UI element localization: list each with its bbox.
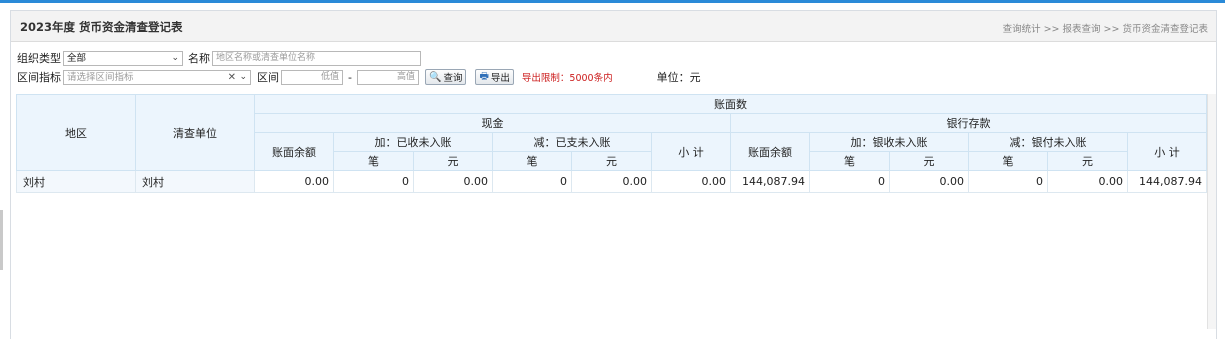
header-cash-add-yuan: 元 (413, 151, 493, 171)
cell-bank-sub-amount: 0.00 (1047, 170, 1128, 193)
range-label: 区间 (257, 71, 279, 84)
panel-header: 2023年度 货币资金清查登记表 查询统计 >> 报表查询 >> 货币资金清查登… (11, 11, 1216, 42)
left-edge-handle[interactable] (0, 210, 3, 270)
range-low-input[interactable]: 低值 (281, 69, 343, 85)
header-cash-balance: 账面余额 (254, 132, 334, 171)
vertical-scrollbar[interactable] (1207, 94, 1216, 329)
header-bank-subtotal: 小 计 (1127, 132, 1207, 171)
header-cash-add: 加：已收未入账 (333, 132, 493, 152)
cell-cash-add-amount: 0.00 (413, 170, 493, 193)
export-limit-note: 导出限制：5000条内 (521, 73, 613, 84)
header-bank: 银行存款 (730, 113, 1207, 133)
cell-unit: 刘村 (135, 170, 255, 193)
cell-region: 刘村 (16, 170, 136, 193)
page-title: 2023年度 货币资金清查登记表 (20, 20, 183, 34)
cell-bank-add-count: 0 (809, 170, 890, 193)
name-label: 名称 (188, 52, 210, 65)
report-table: 地区 清查单位 账面数 现金 银行存款 账面余额 加：已收未入账 减：已支未入账… (16, 94, 1207, 193)
printer-icon: 🖶 (479, 70, 489, 82)
indicator-label: 区间指标 (17, 71, 61, 84)
export-button[interactable]: 🖶 导出 (475, 69, 514, 85)
header-bank-balance: 账面余额 (730, 132, 810, 171)
header-bank-add: 加：银收未入账 (809, 132, 969, 152)
header-bank-sub-count: 笔 (968, 151, 1048, 171)
header-region: 地区 (16, 94, 136, 171)
breadcrumb: 查询统计 >> 报表查询 >> 货币资金清查登记表 (1002, 24, 1208, 35)
cell-bank-subtotal: 144,087.94 (1127, 170, 1207, 193)
indicator-placeholder: 请选择区间指标 (67, 71, 134, 83)
header-bank-sub: 减：银付未入账 (968, 132, 1128, 152)
header-cash-subtotal: 小 计 (651, 132, 731, 171)
header-unit: 清查单位 (135, 94, 255, 171)
cell-cash-subtotal: 0.00 (651, 170, 731, 193)
header-bank-add-count: 笔 (809, 151, 890, 171)
export-button-label: 导出 (490, 73, 510, 84)
chevron-down-icon[interactable]: ⌄ (171, 52, 179, 65)
cell-cash-sub-amount: 0.00 (571, 170, 652, 193)
header-book: 账面数 (254, 94, 1207, 114)
clear-icon[interactable]: ✕ (228, 71, 236, 84)
header-cash-sub: 减：已支未入账 (492, 132, 652, 152)
query-button[interactable]: 🔍 查询 (424, 69, 467, 85)
chevron-down-icon[interactable]: ⌄ (239, 71, 247, 84)
org-type-select[interactable]: 全部 ⌄ (63, 50, 183, 66)
cell-bank-sub-count: 0 (968, 170, 1048, 193)
query-button-label: 查询 (443, 73, 463, 84)
name-input[interactable]: 地区名称或清查单位名称 (212, 50, 421, 66)
header-bank-sub-yuan: 元 (1047, 151, 1128, 171)
report-panel: 2023年度 货币资金清查登记表 查询统计 >> 报表查询 >> 货币资金清查登… (10, 10, 1217, 339)
unit-label: 单位：元 (656, 71, 701, 84)
header-cash: 现金 (254, 113, 731, 133)
header-bank-add-yuan: 元 (889, 151, 969, 171)
org-type-label: 组织类型 (17, 52, 61, 65)
org-type-value: 全部 (67, 52, 87, 64)
header-cash-sub-yuan: 元 (571, 151, 652, 171)
cell-bank-add-amount: 0.00 (889, 170, 969, 193)
cell-cash-balance: 0.00 (254, 170, 334, 193)
header-cash-add-count: 笔 (333, 151, 414, 171)
top-accent-bar (0, 0, 1225, 3)
indicator-select[interactable]: 请选择区间指标 ✕ ⌄ (63, 69, 251, 85)
cell-bank-balance: 144,087.94 (730, 170, 810, 193)
range-separator: - (348, 70, 352, 84)
header-cash-sub-count: 笔 (492, 151, 572, 171)
table-row[interactable]: 刘村 刘村 0.00 0 0.00 0 0.00 0.00 144,087.94… (16, 170, 1207, 193)
cell-cash-add-count: 0 (333, 170, 414, 193)
filter-bar: 组织类型 全部 ⌄ 名称 地区名称或清查单位名称 区间指标 请选择区间指标 ✕ … (11, 42, 1216, 94)
range-high-input[interactable]: 高值 (356, 69, 419, 85)
cell-cash-sub-count: 0 (492, 170, 572, 193)
magnifier-icon: 🔍 (428, 71, 442, 83)
